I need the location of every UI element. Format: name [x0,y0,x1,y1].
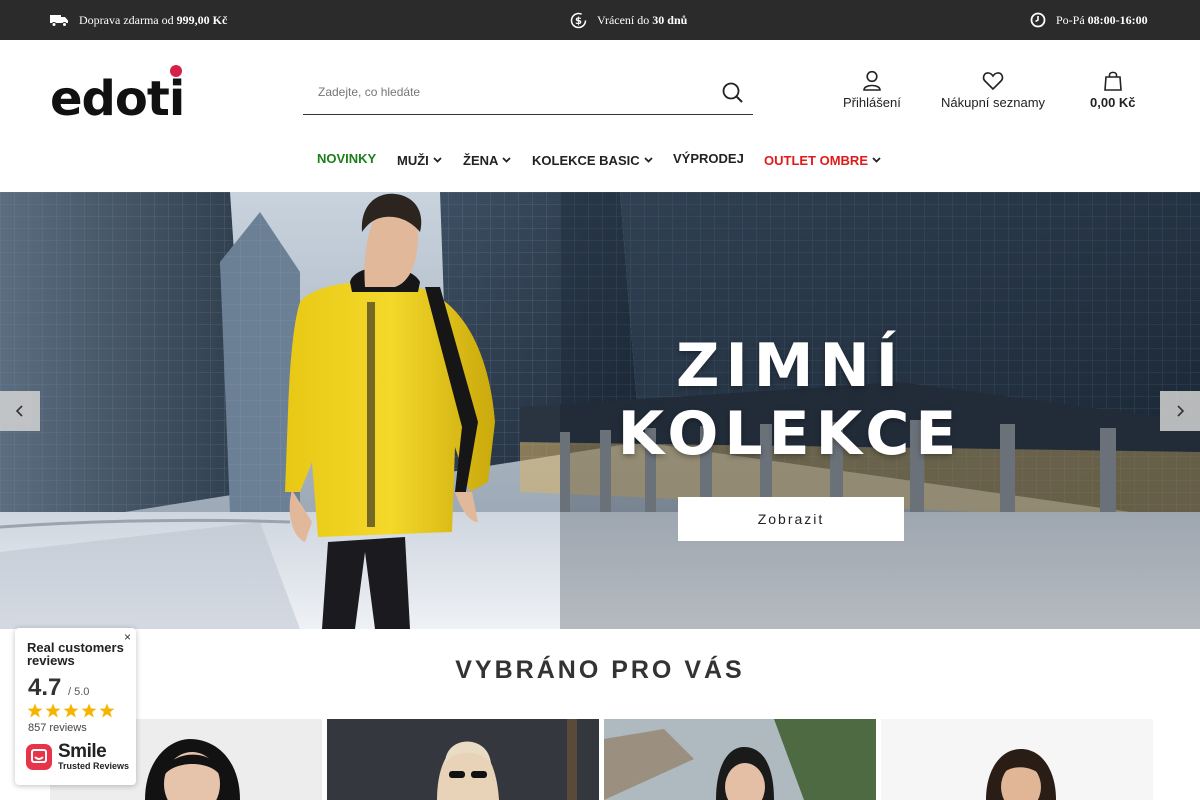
wishlist-label: Nákupní seznamy [941,95,1046,110]
chevron-down-icon [643,157,653,163]
returns-text: Vrácení do [597,12,650,27]
user-icon [862,70,882,95]
star-icon [99,703,115,718]
money-return-icon: $ [570,12,587,29]
hours-info: Po-Pá 08:00-16:00 [1030,0,1148,40]
nav-item-vyprodej[interactable]: VÝPRODEJ [673,146,744,170]
clock-icon [1030,12,1046,28]
reviews-score: 4.7 [28,674,62,701]
product-card[interactable] [327,719,599,800]
main-navigation: NOVINKY MUŽI ŽENA KOLEKCE BASIC VÝPRODEJ… [0,148,1200,172]
hours-value: 08:00-16:00 [1087,12,1148,27]
chevron-left-icon [15,405,23,417]
svg-text:$: $ [575,16,582,27]
nav-item-novinky[interactable]: NOVINKY [317,146,376,170]
star-icon [81,703,97,718]
product-card[interactable] [604,719,876,800]
chevron-down-icon [433,157,442,163]
heart-icon [982,70,1004,95]
chevron-down-icon [872,157,881,163]
reviews-out-of: / 5.0 [68,686,90,698]
nav-label: KOLEKCE BASIC [532,152,640,168]
product-card[interactable] [881,719,1153,800]
shipping-info: Doprava zdarma od 999,00 Kč [50,0,227,40]
top-info-bar: Doprava zdarma od 999,00 Kč $ Vrácení do 3… [0,0,1200,40]
brand-name: Smile [58,741,107,762]
search-box [303,70,753,115]
login-link[interactable]: Přihlášení [843,70,901,111]
nav-item-zena[interactable]: ŽENA [463,148,512,172]
reviews-title: Real customers reviews [27,640,124,668]
star-icon [63,703,79,718]
star-icon [27,703,43,718]
smile-trusted-badge: Smile Trusted Reviews [25,741,130,775]
hero-next-button[interactable] [1160,391,1200,431]
search-input[interactable] [303,70,703,114]
nav-label: OUTLET OMBRE [764,152,868,168]
cart-link[interactable]: 0,00 Kč [1090,70,1136,111]
logo-text: edoti [50,71,184,120]
hero-prev-button[interactable] [0,391,40,431]
chevron-right-icon [1177,405,1185,417]
nav-label: MUŽI [397,152,429,168]
shipping-text: Doprava zdarma od [79,12,174,27]
hero-cta-button[interactable]: Zobrazit [678,497,904,541]
hero-title-line2: KOLEKCE [617,399,963,469]
hero-banner[interactable]: ZIMNÍ KOLEKCE Zobrazit [0,192,1200,629]
edoti-logo[interactable]: edoti [50,64,190,127]
shipping-value: 999,00 Kč [176,12,228,27]
reviews-widget[interactable]: × Real customers reviews 4.7 / 5.0 857 r… [15,628,136,785]
nav-item-kolekce-basic[interactable]: KOLEKCE BASIC [532,148,653,172]
chevron-down-icon [502,157,512,163]
rating-stars [27,703,115,718]
nav-item-muzi[interactable]: MUŽI [397,148,442,172]
login-label: Přihlášení [843,95,901,110]
product-image [604,719,876,800]
hours-text: Po-Pá [1056,12,1085,27]
reviews-count: 857 reviews [28,722,87,734]
hero-title-line1: ZIMNÍ [675,331,905,401]
nav-label: NOVINKY [317,150,377,166]
shopping-bag-icon [1103,70,1123,95]
search-icon[interactable] [721,81,745,105]
nav-label: ŽENA [463,152,499,168]
product-image [986,749,1056,800]
truck-icon [50,13,69,27]
wishlist-link[interactable]: Nákupní seznamy [941,70,1045,111]
star-icon [45,703,61,718]
cart-total: 0,00 Kč [1090,95,1136,110]
hero-title: ZIMNÍ KOLEKCE [600,332,980,468]
nav-label: VÝPRODEJ [673,150,744,166]
section-title: VYBRÁNO PRO VÁS [455,656,745,684]
smile-logo-icon [26,744,52,770]
nav-item-outlet-ombre[interactable]: OUTLET OMBRE [764,148,881,172]
product-image [327,719,599,800]
brand-subtitle: Trusted Reviews [58,761,130,771]
returns-info: $ Vrácení do 30 dnů [570,0,687,40]
returns-value: 30 dnů [652,12,688,27]
